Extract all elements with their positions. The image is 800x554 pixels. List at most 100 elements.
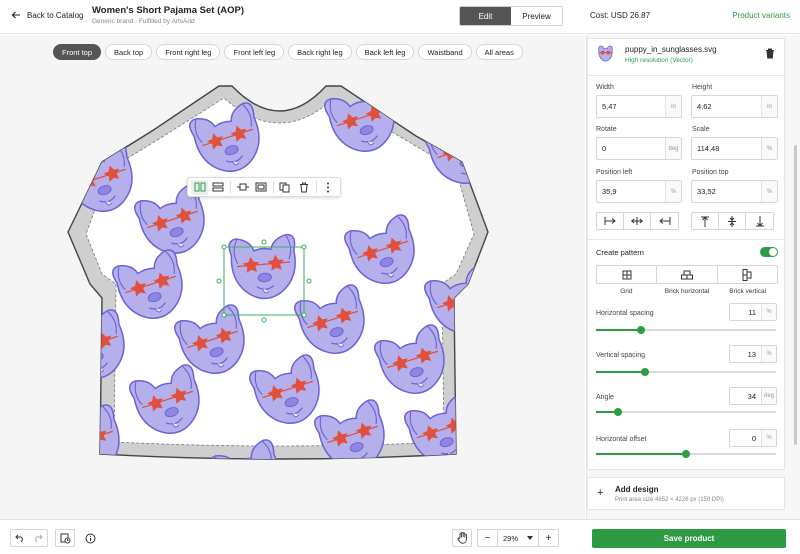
horizontal-spacing-unit: %: [761, 304, 776, 320]
tab-back-left-leg[interactable]: Back left leg: [355, 44, 415, 60]
vertical-align-group: [691, 212, 774, 230]
add-design-label: Add design: [615, 485, 659, 494]
tab-waistband[interactable]: Waistband: [418, 44, 472, 60]
layer-quality: High resolution (Vector): [625, 57, 693, 64]
fit-width-icon[interactable]: [234, 180, 251, 195]
product-variants-link[interactable]: Product variants: [732, 11, 790, 20]
pan-tool-button[interactable]: [452, 529, 472, 547]
scale-label: Scale: [692, 126, 710, 133]
slider-handle[interactable]: [640, 368, 649, 376]
more-options-icon[interactable]: [320, 180, 337, 195]
align-top-icon[interactable]: [692, 213, 719, 229]
zoom-level: 29%: [503, 533, 519, 543]
position-top-unit: %: [761, 181, 777, 202]
horizontal-offset-value[interactable]: 0: [730, 430, 761, 446]
height-field[interactable]: 4,62 in: [691, 95, 778, 118]
align-horizontal-icon[interactable]: [191, 179, 209, 195]
horizontal-offset-field[interactable]: 0 %: [729, 429, 777, 447]
horizontal-align-group: [596, 212, 679, 230]
width-unit: in: [665, 96, 681, 117]
layer-header: puppy_in_sunglasses.svg High resolution …: [588, 39, 786, 74]
slider-handle[interactable]: [613, 408, 622, 416]
horizontal-spacing-value[interactable]: 11: [730, 304, 761, 320]
fill-area-icon[interactable]: [252, 180, 269, 195]
zoom-level-select[interactable]: 29%: [497, 530, 539, 546]
angle-unit: deg: [761, 388, 776, 404]
align-middle-icon[interactable]: [719, 213, 746, 229]
width-value[interactable]: 5,47: [597, 96, 665, 117]
zoom-out-button[interactable]: −: [478, 530, 497, 546]
scale-field[interactable]: 114,48 %: [691, 137, 778, 160]
zoom-in-button[interactable]: +: [539, 530, 558, 546]
save-product-button[interactable]: Save product: [592, 529, 786, 548]
vertical-spacing-slider[interactable]: [596, 368, 776, 376]
preview-mode-button[interactable]: Preview: [511, 7, 562, 25]
rotate-field[interactable]: 0 deg: [596, 137, 682, 160]
divider: [588, 239, 786, 240]
undo-redo-group: [10, 529, 48, 547]
width-field[interactable]: 5,47 in: [596, 95, 682, 118]
align-right-icon[interactable]: [651, 213, 678, 229]
horizontal-offset-unit: %: [761, 430, 776, 446]
redo-icon[interactable]: [29, 530, 47, 546]
shirt-mockup[interactable]: [64, 84, 496, 462]
tab-front-right-leg[interactable]: Front right leg: [156, 44, 221, 60]
back-to-catalog-link[interactable]: Back to Catalog: [11, 10, 83, 20]
panel-scrollbar[interactable]: [794, 145, 797, 445]
grid-pattern-icon[interactable]: [597, 266, 658, 283]
scale-value[interactable]: 114,48: [692, 138, 761, 159]
horizontal-spacing-label: Horizontal spacing: [596, 310, 654, 317]
print-area-size: Print area size 4852 × 4226 px (150 DPI): [615, 497, 724, 503]
tab-back-right-leg[interactable]: Back right leg: [288, 44, 352, 60]
align-bottom-icon[interactable]: [746, 213, 773, 229]
align-vertical-icon[interactable]: [209, 180, 226, 195]
horizontal-spacing-field[interactable]: 11 %: [729, 303, 777, 321]
tab-front-left-leg[interactable]: Front left leg: [224, 44, 285, 60]
edit-mode-button[interactable]: Edit: [460, 7, 511, 25]
tab-front-top[interactable]: Front top: [53, 44, 102, 60]
divider: [588, 75, 786, 76]
tab-all-areas[interactable]: All areas: [475, 44, 523, 60]
brick-vertical-icon[interactable]: [718, 266, 777, 283]
tab-back-top[interactable]: Back top: [105, 44, 153, 60]
angle-slider[interactable]: [596, 408, 776, 416]
create-pattern-toggle[interactable]: [760, 247, 778, 257]
brick-horizontal-icon[interactable]: [657, 266, 718, 283]
position-left-value[interactable]: 35,9: [597, 181, 665, 202]
history-button[interactable]: [55, 529, 75, 547]
position-top-field[interactable]: 33,52 %: [691, 180, 778, 203]
delete-icon[interactable]: [295, 180, 312, 195]
product-title: Women's Short Pajama Set (AOP): [92, 5, 245, 16]
chevron-down-icon: [527, 536, 533, 540]
design-canvas[interactable]: Front top Back top Front right leg Front…: [0, 35, 585, 519]
undo-icon[interactable]: [11, 530, 29, 546]
scale-unit: %: [761, 138, 777, 159]
layer-thumbnail: [598, 45, 613, 62]
align-center-horizontal-icon[interactable]: [624, 213, 651, 229]
create-pattern-label: Create pattern: [596, 248, 644, 257]
angle-value[interactable]: 34: [730, 388, 761, 404]
slider-handle[interactable]: [682, 450, 690, 458]
trash-icon[interactable]: [765, 48, 775, 59]
rotate-unit: deg: [665, 138, 681, 159]
vertical-spacing-unit: %: [761, 346, 776, 362]
add-design-button[interactable]: + Add design Print area size 4852 × 4226…: [587, 477, 785, 510]
horizontal-spacing-slider[interactable]: [596, 326, 776, 334]
info-button[interactable]: [81, 529, 99, 547]
vertical-spacing-field[interactable]: 13 %: [729, 345, 777, 363]
rotate-value[interactable]: 0: [597, 138, 665, 159]
position-top-value[interactable]: 33,52: [692, 181, 761, 202]
align-left-icon[interactable]: [597, 213, 624, 229]
grid-label: Grid: [620, 288, 633, 295]
slider-handle[interactable]: [637, 326, 645, 334]
angle-field[interactable]: 34 deg: [729, 387, 777, 405]
height-value[interactable]: 4,62: [692, 96, 761, 117]
height-label: Height: [692, 84, 713, 91]
info-icon: [81, 530, 99, 546]
brick-vertical-label: Brick vertical: [729, 288, 767, 295]
layer-filename: puppy_in_sunglasses.svg: [625, 45, 717, 54]
duplicate-icon[interactable]: [277, 180, 294, 195]
vertical-spacing-value[interactable]: 13: [730, 346, 761, 362]
horizontal-offset-slider[interactable]: [596, 450, 776, 458]
position-left-field[interactable]: 35,9 %: [596, 180, 682, 203]
